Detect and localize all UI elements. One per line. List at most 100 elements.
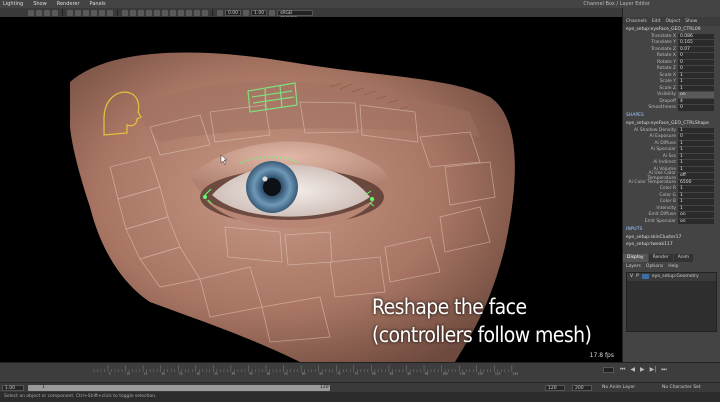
menu-object[interactable]: Object <box>666 19 681 24</box>
layer-color-swatch[interactable] <box>641 274 649 279</box>
channel-attr-row[interactable]: Ai Specular 1 <box>623 147 720 154</box>
channel-attr-value[interactable]: 0 <box>678 59 714 65</box>
channel-attr-value[interactable]: 1 <box>678 140 714 146</box>
channel-attr-value[interactable]: 0.086 <box>678 33 714 39</box>
end-time-field[interactable]: 120 <box>545 385 565 391</box>
resolution-gate-icon[interactable] <box>83 9 89 16</box>
channel-attr-row[interactable]: Dropoff 4 <box>623 98 720 105</box>
channel-attr-value[interactable]: 0 <box>678 66 714 72</box>
textured-icon[interactable] <box>138 9 144 16</box>
channel-attr-row[interactable]: Intensity 1 <box>623 205 720 212</box>
channel-attr-value[interactable]: 1 <box>678 147 714 153</box>
time-slider[interactable]: 5 10 15 20 25 30 35 40 45 50 55 60 65 70 75 80 85 90 95 100… <box>0 362 720 382</box>
smooth-shade-icon[interactable] <box>130 9 136 16</box>
start-time-field[interactable]: 1.00 <box>2 385 24 391</box>
channel-attr-row[interactable]: Smoothness 0 <box>623 105 720 112</box>
xray-joints-icon[interactable] <box>170 9 176 16</box>
camera-attributes-icon[interactable] <box>36 9 42 16</box>
channel-attr-row[interactable]: Translate Y 0.165 <box>623 40 720 47</box>
channel-attr-row[interactable]: Ai Exposure 0 <box>623 134 720 141</box>
anim-layer-dropdown[interactable]: No Anim Layer <box>600 385 646 391</box>
channel-attr-row[interactable]: Ai Diffuse 1 <box>623 140 720 147</box>
range-slider[interactable] <box>28 385 330 391</box>
motion-blur-icon[interactable] <box>186 9 192 16</box>
menu-options[interactable]: Options <box>646 264 663 269</box>
go-to-start-icon[interactable]: ⏮ <box>620 366 625 374</box>
xray-icon[interactable] <box>162 9 168 16</box>
channel-attr-row[interactable]: Color G1 <box>623 192 720 199</box>
menu-lighting[interactable]: Lighting <box>3 0 23 8</box>
channel-attr-value[interactable]: 1 <box>678 192 714 198</box>
exposure-field[interactable]: 0.00 <box>225 9 242 16</box>
layer-playback-toggle[interactable]: P <box>636 274 639 279</box>
channel-attr-row[interactable]: Emit Specular on <box>623 218 720 225</box>
isolate-select-icon[interactable] <box>202 9 208 16</box>
antialias-icon[interactable] <box>194 9 200 16</box>
channel-attr-row[interactable]: Ai Indirect 1 <box>623 160 720 167</box>
bookmark-icon[interactable] <box>44 9 50 16</box>
menu-renderer[interactable]: Renderer <box>57 0 80 8</box>
channel-attr-value[interactable]: 1 <box>678 85 714 91</box>
channel-attr-value[interactable]: 0 <box>678 53 714 59</box>
menu-channels[interactable]: Channels <box>626 19 647 24</box>
channel-attr-row[interactable]: Ai Color Temperature 6500 <box>623 179 720 186</box>
lighting-icon[interactable] <box>146 9 152 16</box>
layer-row[interactable]: V P eye_setup:Geometry <box>627 272 716 281</box>
shadows-icon[interactable] <box>154 9 160 16</box>
channel-attr-value[interactable]: 1 <box>678 166 714 172</box>
max-end-time-field[interactable]: 200 <box>572 385 592 391</box>
channel-attr-row[interactable]: Ai Use Color Temperature off <box>623 171 720 181</box>
channel-attr-row[interactable]: Color R1 <box>623 186 720 193</box>
shape-name[interactable]: eye_setup:eyeFace_GEO_CTRLShape <box>623 120 720 127</box>
channel-attr-row[interactable]: Scale Z1 <box>623 85 720 92</box>
channel-attr-row[interactable]: Rotate Y0 <box>623 59 720 66</box>
channel-attr-value[interactable]: 0 <box>678 105 714 111</box>
channel-attr-value[interactable]: 0.07 <box>678 46 714 52</box>
channel-attr-value[interactable]: 6500 <box>678 179 714 185</box>
tab-display[interactable]: Display <box>623 253 648 262</box>
go-to-end-icon[interactable]: ⏭ <box>661 366 666 374</box>
menu-help[interactable]: Help <box>668 264 678 269</box>
channel-attr-value[interactable]: 4 <box>678 98 714 104</box>
step-back-icon[interactable]: ◀ <box>630 366 635 374</box>
channel-attr-value[interactable]: off <box>678 173 714 179</box>
object-name[interactable]: eye_setup:eyeFace_GEO_CTRL09 <box>623 26 720 33</box>
wireframe-icon[interactable] <box>122 9 128 16</box>
channel-attr-value[interactable]: on <box>678 218 714 224</box>
3d-viewport[interactable]: Reshape the face (controllers follow mes… <box>0 17 622 362</box>
channel-attr-value[interactable]: 1 <box>678 127 714 133</box>
channel-attr-row[interactable]: Translate Z 0.07 <box>623 46 720 53</box>
channel-attr-row[interactable]: Scale Y1 <box>623 79 720 86</box>
channel-attr-value[interactable]: 1 <box>678 72 714 78</box>
channel-attr-row[interactable]: Scale X1 <box>623 72 720 79</box>
menu-layers[interactable]: Layers <box>626 264 641 269</box>
channel-attr-value[interactable]: 1 <box>678 186 714 192</box>
channel-attr-row[interactable]: Rotate X0 <box>623 53 720 60</box>
current-time-field[interactable] <box>603 367 614 373</box>
channel-attr-row[interactable]: Visibility on <box>623 92 720 99</box>
grid-icon[interactable] <box>67 9 73 16</box>
channel-attr-value[interactable]: on <box>678 212 714 218</box>
channel-attr-row[interactable]: Rotate Z0 <box>623 66 720 73</box>
menu-show[interactable]: Show <box>33 0 47 8</box>
command-line[interactable]: Select an object or component. Ctrl+Shif… <box>0 392 720 402</box>
film-gate-icon[interactable] <box>75 9 81 16</box>
channel-attr-value[interactable]: 1 <box>678 153 714 159</box>
tab-render[interactable]: Render <box>648 253 673 262</box>
layer-visibility-toggle[interactable]: V <box>630 274 633 279</box>
color-management-icon[interactable] <box>269 9 276 16</box>
menu-edit[interactable]: Edit <box>652 19 661 24</box>
channel-attr-value[interactable]: 1 <box>678 160 714 166</box>
channel-attr-value[interactable]: 1 <box>678 79 714 85</box>
gate-mask-icon[interactable] <box>91 9 97 16</box>
channel-attr-value[interactable]: 0.165 <box>678 40 714 46</box>
layer-name[interactable]: eye_setup:Geometry <box>652 274 699 279</box>
channel-attr-row[interactable]: Emit Diffuse on <box>623 212 720 219</box>
input-skincluster[interactable]: eye_setup:skinCluster17 <box>623 234 720 241</box>
camera-icon[interactable] <box>28 9 34 16</box>
image-plane-icon[interactable] <box>52 9 58 16</box>
channel-attr-row[interactable]: Ai Sss 1 <box>623 153 720 160</box>
channel-attr-value[interactable]: 1 <box>678 205 714 211</box>
channel-attr-row[interactable]: Translate X 0.086 <box>623 33 720 40</box>
channel-attr-value[interactable]: 0 <box>678 134 714 140</box>
